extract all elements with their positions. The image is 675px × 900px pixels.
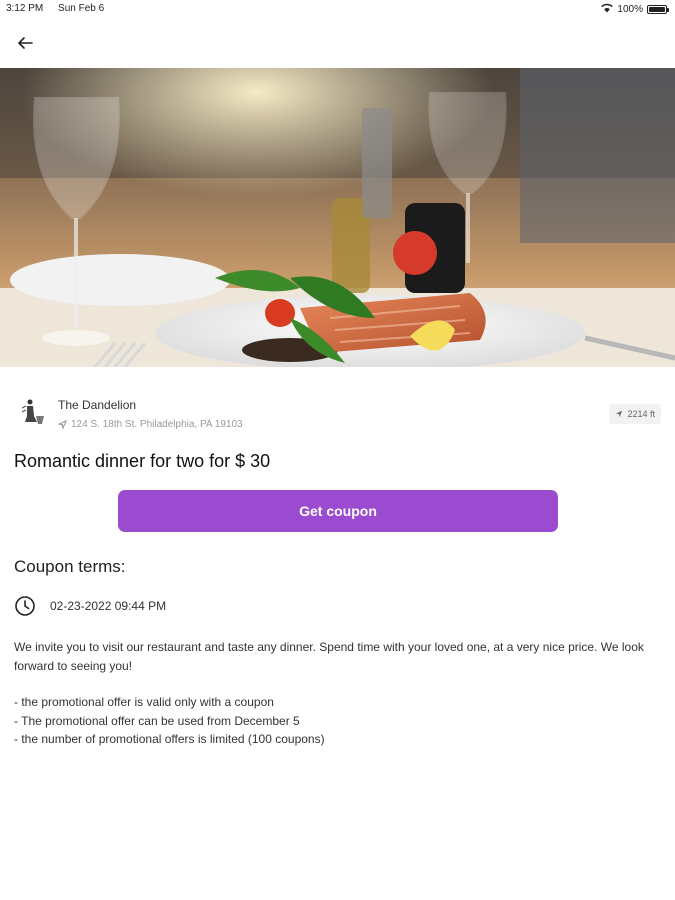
distance-text: 2214 ft xyxy=(627,409,655,419)
terms-condition-item: - the promotional offer is valid only wi… xyxy=(14,695,274,709)
distance-chip: 2214 ft xyxy=(609,404,661,424)
terms-conditions-list: - the promotional offer is valid only wi… xyxy=(14,693,662,749)
venue-row[interactable]: The Dandelion 124 S. 18th St. Philadelph… xyxy=(0,392,675,436)
status-time: 3:12 PM xyxy=(6,3,44,14)
venue-address-text: 124 S. 18th St. Philadelphia, PA 19103 xyxy=(71,419,243,430)
venue-address: 124 S. 18th St. Philadelphia, PA 19103 xyxy=(58,419,243,430)
battery-fill xyxy=(649,7,665,12)
terms-datetime: 02-23-2022 09:44 PM xyxy=(50,599,167,613)
clock-icon xyxy=(15,596,35,616)
status-left: 3:12 PM Sun Feb 6 xyxy=(6,3,116,14)
wifi-icon xyxy=(601,3,614,16)
hero-image xyxy=(0,68,675,367)
terms-condition-item: - the number of promotional offers is li… xyxy=(14,732,325,746)
get-coupon-button[interactable]: Get coupon xyxy=(118,490,558,532)
status-date: Sun Feb 6 xyxy=(58,3,105,14)
status-right: 100% xyxy=(601,3,669,16)
offer-title: Romantic dinner for two for $ 30 xyxy=(14,451,271,471)
location-arrow-icon xyxy=(58,420,67,429)
venue-name: The Dandelion xyxy=(58,398,137,412)
status-bar: 3:12 PM Sun Feb 6 100% xyxy=(0,0,675,20)
terms-body: We invite you to visit our restaurant an… xyxy=(14,638,662,749)
venue-logo xyxy=(18,396,48,426)
arrow-left-icon xyxy=(18,37,33,49)
battery-percent: 100% xyxy=(617,4,643,15)
back-button[interactable] xyxy=(12,30,38,56)
terms-description: We invite you to visit our restaurant an… xyxy=(14,640,644,673)
terms-condition-item: - The promotional offer can be used from… xyxy=(14,713,300,728)
terms-datetime-row: 02-23-2022 09:44 PM xyxy=(14,594,166,618)
navigation-icon xyxy=(616,410,623,418)
terms-heading: Coupon terms: xyxy=(14,557,126,576)
battery-icon xyxy=(647,5,669,14)
